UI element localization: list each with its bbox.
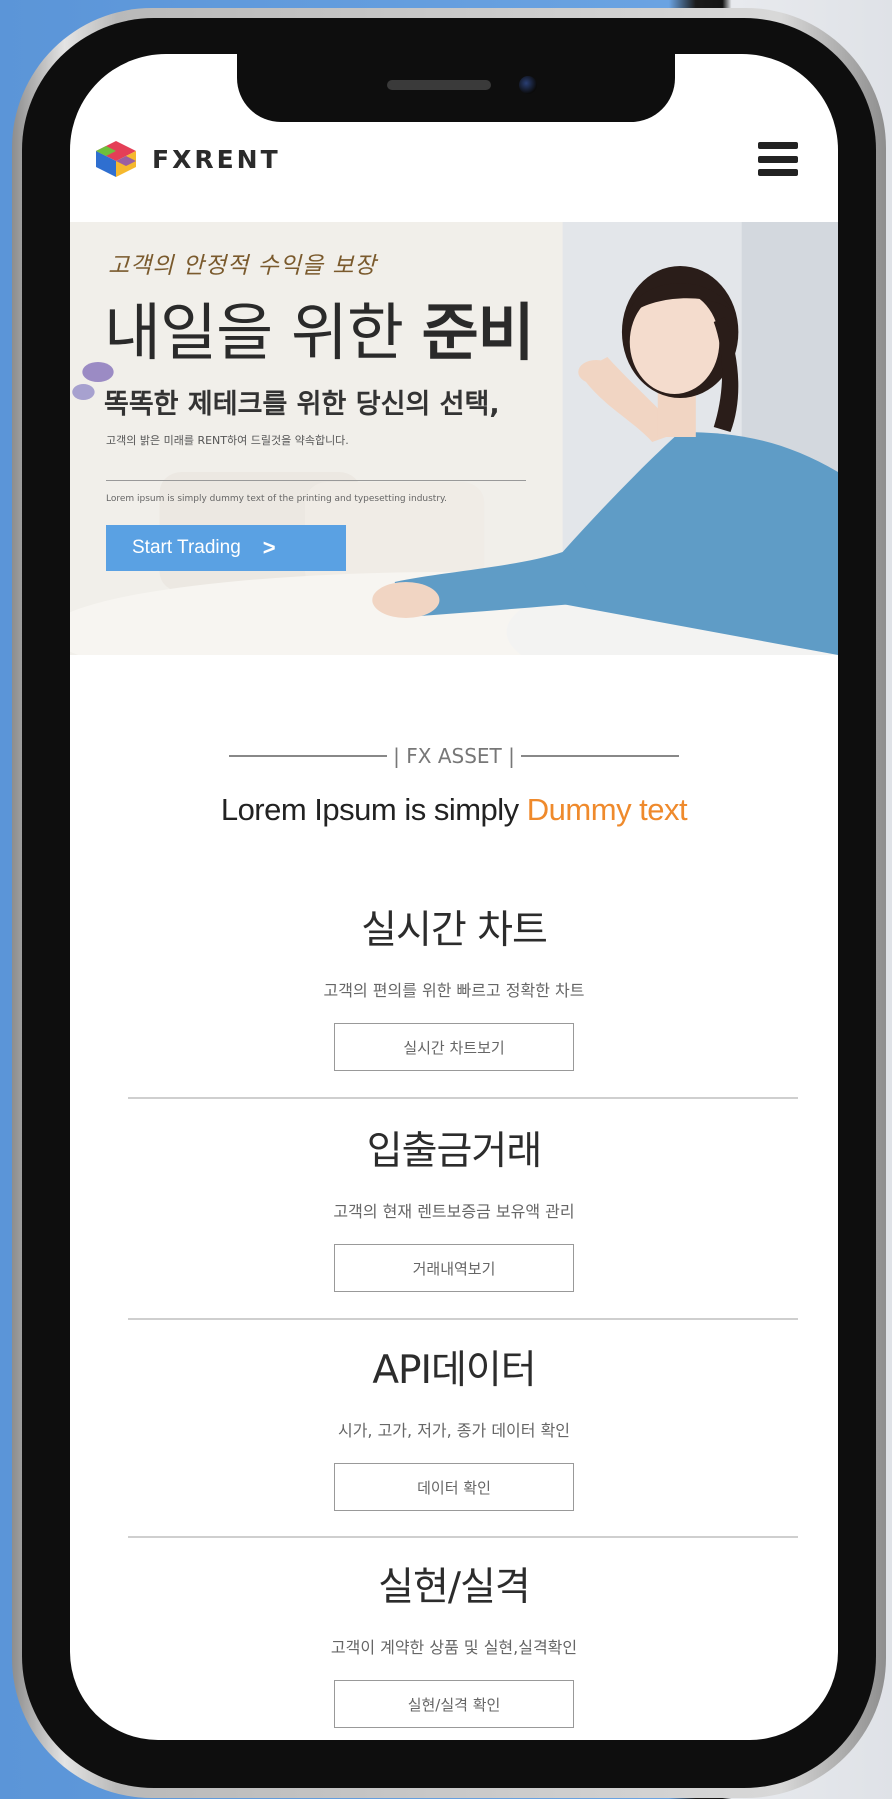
feature-description: 고객의 현재 렌트보증금 보유액 관리: [333, 1202, 575, 1221]
feature-divider: [128, 1536, 798, 1538]
feature-realtime-chart: 실시간 차트 고객의 편의를 위한 빠르고 정확한 차트 실시간 차트보기: [70, 899, 838, 1071]
hamburger-icon[interactable]: [758, 142, 798, 176]
site-header: FXRENT: [70, 114, 838, 204]
start-trading-label: Start Trading: [132, 537, 241, 558]
hero-small-text: 고객의 밝은 미래를 RENT하여 드릴것을 약속합니다.: [106, 434, 349, 447]
hero-banner: 고객의 안정적 수익을 보장 내일을 위한 준비 똑똑한 제테크를 위한 당신의…: [70, 222, 838, 655]
feature-deposit-withdraw: 입출금거래 고객의 현재 렌트보증금 보유액 관리 거래내역보기: [70, 1120, 838, 1292]
hero-tagline: 고객의 안정적 수익을 보장: [108, 253, 377, 279]
feature-description: 고객이 계약한 상품 및 실현,실격확인: [330, 1638, 578, 1657]
transaction-history-button[interactable]: 거래내역보기: [334, 1244, 574, 1292]
feature-description: 시가, 고가, 저가, 종가 데이터 확인: [337, 1421, 571, 1440]
hero-divider: [106, 480, 526, 481]
cube-logo-icon: [96, 141, 136, 177]
feature-api-data: API데이터 시가, 고가, 저가, 종가 데이터 확인 데이터 확인: [70, 1339, 838, 1511]
feature-description: 고객의 편의를 위한 빠르고 정확한 차트: [323, 981, 585, 1000]
realtime-chart-button[interactable]: 실시간 차트보기: [334, 1023, 574, 1071]
logo-text: FXRENT: [152, 144, 281, 174]
section-label-text: | FX ASSET |: [393, 744, 515, 768]
feature-title: 실시간 차트: [361, 908, 548, 953]
feature-title: 입출금거래: [366, 1129, 542, 1174]
feature-realization: 실현/실격 고객이 계약한 상품 및 실현,실격확인 실현/실격 확인: [70, 1556, 838, 1728]
hero-title-bold: 준비: [421, 296, 535, 369]
hero-title: 내일을 위한 준비: [104, 282, 535, 372]
chevron-right-icon: >: [262, 535, 276, 560]
section-headline: Lorem Ipsum is simply Dummy text: [70, 792, 838, 828]
phone-notch: [237, 54, 675, 122]
start-trading-button[interactable]: Start Trading >: [106, 525, 346, 571]
section-label: | FX ASSET |: [70, 744, 838, 768]
hero-subtitle: 똑똑한 제테크를 위한 당신의 선택,: [104, 389, 500, 420]
front-camera-icon: [519, 76, 537, 94]
logo[interactable]: FXRENT: [92, 139, 281, 179]
speaker-grille: [387, 80, 491, 90]
section-headline-plain: Lorem Ipsum is simply: [220, 792, 527, 827]
phone-screen: FXRENT 고객의 안정적 수익을 보장 내일을 위한 준비 똑똑한 제테크를…: [70, 54, 838, 1740]
phone-frame: FXRENT 고객의 안정적 수익을 보장 내일을 위한 준비 똑똑한 제테크를…: [12, 8, 886, 1798]
check-realization-button[interactable]: 실현/실격 확인: [334, 1680, 574, 1728]
check-data-button[interactable]: 데이터 확인: [334, 1463, 574, 1511]
phone-body: FXRENT 고객의 안정적 수익을 보장 내일을 위한 준비 똑똑한 제테크를…: [22, 18, 876, 1788]
feature-divider: [128, 1097, 798, 1099]
hero-title-light: 내일을 위한: [104, 296, 422, 369]
feature-divider: [128, 1318, 798, 1320]
feature-title: API데이터: [372, 1348, 536, 1393]
section-label-line-right: [520, 755, 679, 757]
section-headline-accent: Dummy text: [526, 792, 688, 827]
feature-title: 실현/실격: [378, 1565, 531, 1610]
section-label-line-left: [229, 755, 388, 757]
hero-lorem-text: Lorem ipsum is simply dummy text of the …: [106, 494, 447, 504]
